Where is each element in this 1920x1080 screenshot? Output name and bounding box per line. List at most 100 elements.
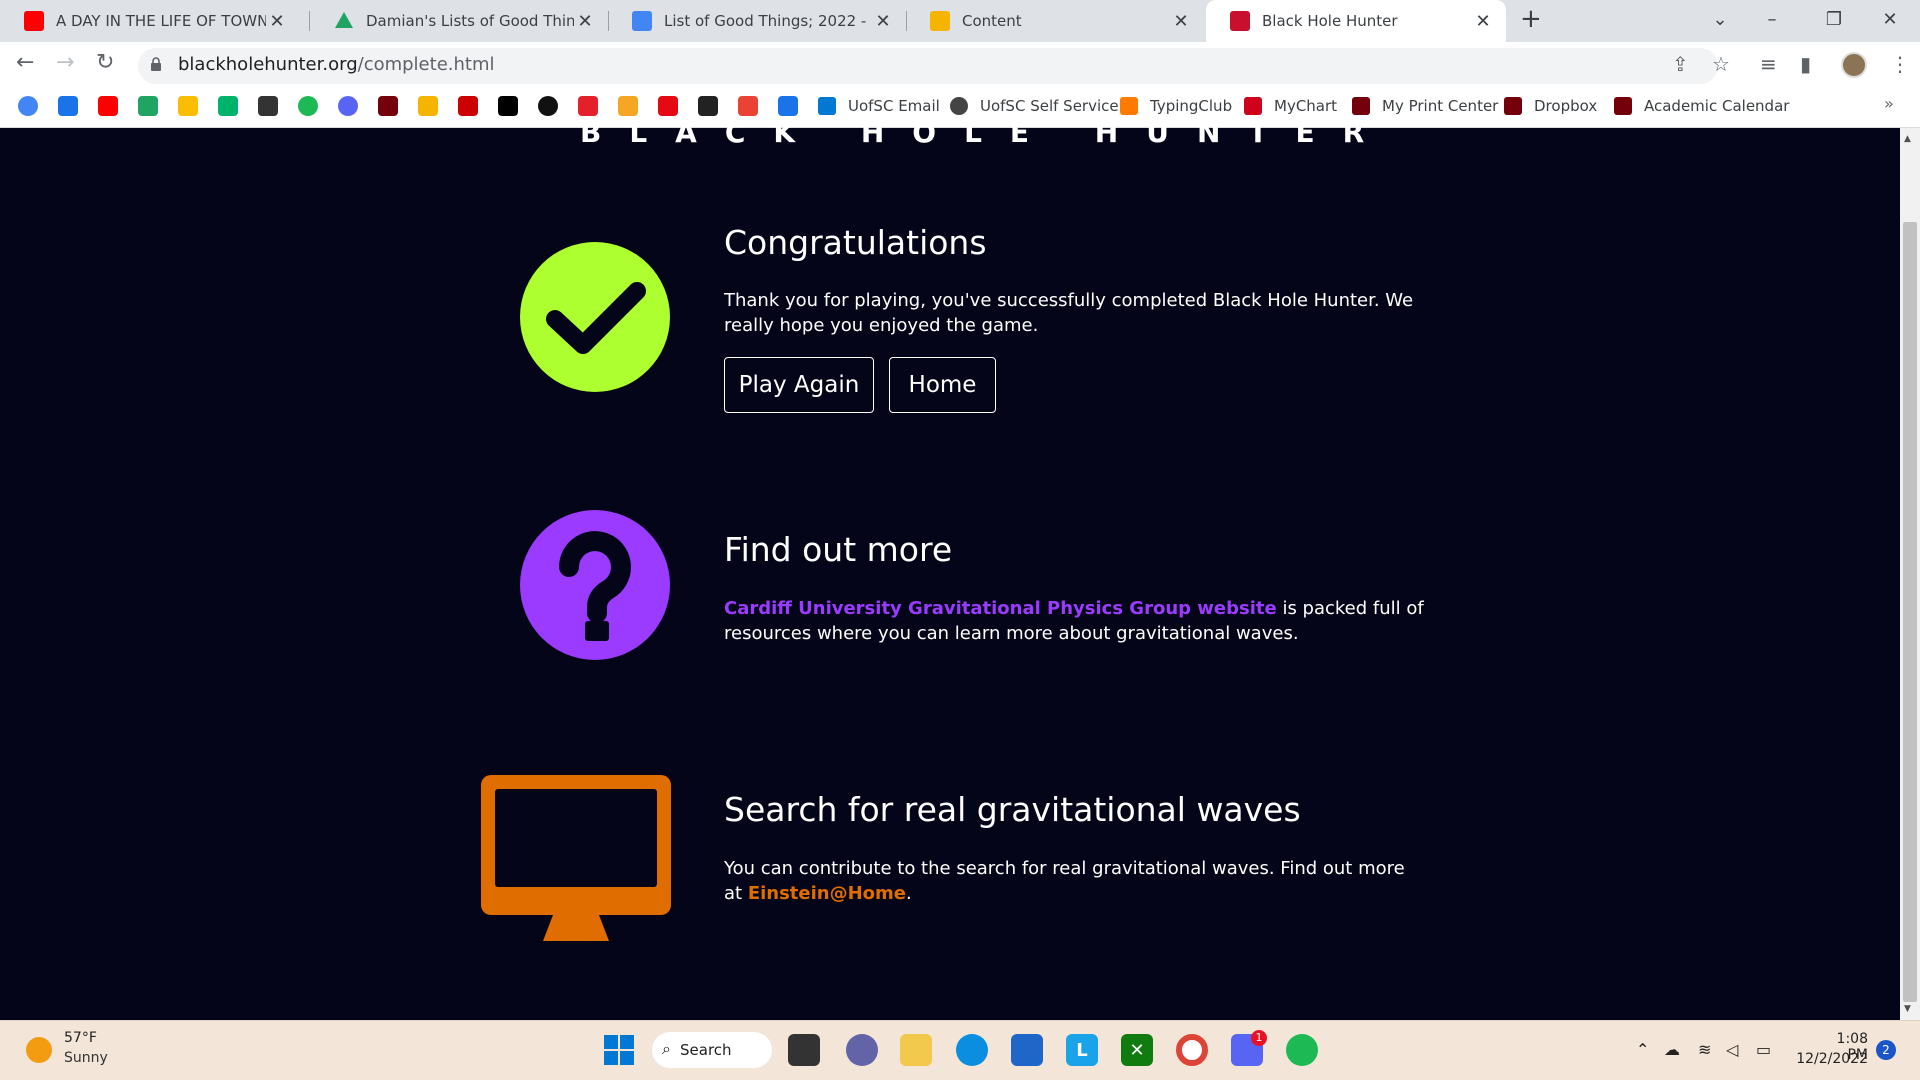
classroom-icon[interactable] (58, 96, 78, 116)
calendar-icon[interactable] (778, 96, 798, 116)
find-out-more-text: Cardiff University Gravitational Physics… (724, 596, 1424, 646)
weather-temperature[interactable]: 57°F (64, 1030, 97, 1046)
tab-google-drive[interactable]: Damian's Lists of Good Things/M ✕ (310, 0, 608, 42)
wifi-icon[interactable]: ≋ (1698, 1040, 1711, 1059)
notification-badge[interactable]: 2 (1876, 1040, 1896, 1060)
tab-title: Content (962, 12, 1022, 30)
tab-title: List of Good Things; 2022 - Goog (664, 12, 872, 30)
xbox-icon[interactable]: ✕ (1121, 1034, 1153, 1066)
home-button[interactable]: Home (889, 357, 996, 413)
restore-icon[interactable]: ❐ (1806, 0, 1862, 42)
bookmark-typingclub[interactable]: TypingClub (1120, 94, 1232, 118)
play-again-button[interactable]: Play Again (724, 357, 874, 413)
youtube-icon (24, 11, 44, 31)
google-drive-icon[interactable] (138, 96, 158, 116)
close-icon[interactable]: ✕ (872, 11, 894, 32)
einstein-at-home-link[interactable]: Einstein@Home (748, 883, 906, 904)
share-icon[interactable]: ⇪ (1672, 52, 1689, 76)
spotify-icon[interactable] (1286, 1034, 1318, 1066)
taskbar-search[interactable]: ⌕ Search (652, 1032, 772, 1068)
pen-icon[interactable] (458, 96, 478, 116)
bookmark-label: My Print Center (1382, 97, 1499, 115)
bookmark-academic-calendar[interactable]: Academic Calendar (1614, 94, 1789, 118)
youtube-icon[interactable] (98, 96, 118, 116)
rp-icon[interactable] (578, 96, 598, 116)
more-bookmarks-icon[interactable]: » (1884, 94, 1894, 113)
search-text-end: . (906, 883, 912, 904)
discord-badge: 1 (1251, 1030, 1267, 1046)
usc-library-icon (1614, 97, 1632, 115)
profile-avatar[interactable] (1841, 52, 1867, 78)
site-title[interactable]: BLACK HOLE HUNTER (580, 116, 1392, 149)
monitor-icon (481, 775, 671, 941)
lock-icon[interactable] (150, 57, 162, 71)
side-panel-icon[interactable]: ▮ (1800, 52, 1811, 76)
lightshot-icon[interactable]: L (1066, 1034, 1098, 1066)
google-icon[interactable] (18, 96, 38, 116)
show-hidden-icons[interactable]: ⌃ (1636, 1040, 1649, 1059)
tab-search-icon[interactable]: ⌄ (1692, 0, 1748, 42)
reload-icon[interactable]: ↻ (96, 50, 114, 75)
search-text: You can contribute to the search for rea… (724, 856, 1414, 906)
scrollbar-thumb[interactable] (1903, 222, 1917, 1002)
scroll-up-icon[interactable]: ▲ (1904, 134, 1911, 144)
search-label: Search (680, 1041, 732, 1059)
congratulations-heading: Congratulations (724, 223, 987, 262)
menu-icon[interactable]: ⋮ (1890, 52, 1910, 76)
cardiff-gravitational-physics-link[interactable]: Cardiff University Gravitational Physics… (724, 598, 1277, 619)
edge-icon[interactable] (956, 1034, 988, 1066)
close-icon[interactable]: ✕ (1170, 11, 1192, 32)
vpn-icon[interactable] (218, 96, 238, 116)
outlook-icon (818, 97, 836, 115)
amazon-icon[interactable] (698, 96, 718, 116)
clock-date[interactable]: 12/2/2022 (1796, 1051, 1868, 1067)
volume-icon[interactable]: ◁ (1726, 1040, 1738, 1059)
task-view-icon[interactable] (788, 1034, 820, 1066)
netflix-icon[interactable] (658, 96, 678, 116)
bookmark-uofsc-self-service[interactable]: UofSC Self Service (950, 94, 1119, 118)
url-text[interactable]: blackholehunter.org/complete.html (178, 54, 495, 75)
bookmark-star-icon[interactable]: ☆ (1712, 52, 1730, 76)
spotify-icon[interactable] (298, 96, 318, 116)
bookmark-label: UofSC Self Service (980, 97, 1119, 115)
close-icon[interactable]: ✕ (574, 11, 596, 32)
battery-icon[interactable]: ▭ (1756, 1040, 1771, 1059)
tab-title: Black Hole Hunter (1262, 12, 1398, 30)
bookmark-my-print-center[interactable]: My Print Center (1352, 94, 1498, 118)
teams-chat-icon[interactable] (846, 1034, 878, 1066)
onedrive-icon[interactable]: ☁ (1664, 1040, 1680, 1059)
tab-black-hole-hunter[interactable]: Black Hole Hunter ✕ (1206, 0, 1506, 42)
usc-icon (1352, 97, 1370, 115)
windows-start-icon[interactable] (603, 1034, 635, 1066)
tab-content[interactable]: Content ✕ (906, 0, 1204, 42)
close-window-icon[interactable]: ✕ (1862, 0, 1918, 42)
hackerrank-icon[interactable] (498, 96, 518, 116)
shield-icon[interactable] (258, 96, 278, 116)
minimize-icon[interactable]: – (1744, 0, 1800, 42)
congratulations-text: Thank you for playing, you've successful… (724, 290, 1414, 336)
tab-youtube[interactable]: A DAY IN THE LIFE OF TOWN OF ✕ (0, 0, 300, 42)
discord-icon[interactable] (338, 96, 358, 116)
weather-condition[interactable]: Sunny (64, 1050, 108, 1066)
back-icon[interactable]: ← (16, 50, 34, 75)
slack-icon[interactable] (618, 96, 638, 116)
gmail-icon[interactable] (738, 96, 758, 116)
close-icon[interactable]: ✕ (266, 11, 288, 32)
tab-google-docs[interactable]: List of Good Things; 2022 - Goog ✕ (608, 0, 906, 42)
edit-icon[interactable] (418, 96, 438, 116)
scroll-down-icon[interactable]: ▼ (1904, 1004, 1911, 1014)
bookmark-uofsc-email[interactable]: UofSC Email (818, 94, 940, 118)
reading-list-icon[interactable]: ≡ (1760, 52, 1777, 76)
close-icon[interactable]: ✕ (1472, 11, 1494, 32)
new-tab-button[interactable]: + (1520, 4, 1542, 34)
sun-icon[interactable] (26, 1037, 52, 1063)
microsoft-store-icon[interactable] (1011, 1034, 1043, 1066)
github-icon[interactable] (538, 96, 558, 116)
bookmark-mychart[interactable]: MyChart (1244, 94, 1337, 118)
forward-icon[interactable]: → (56, 50, 74, 75)
library-icon[interactable] (378, 96, 398, 116)
file-explorer-icon[interactable] (900, 1034, 932, 1066)
bookmark-dropbox[interactable]: Dropbox (1504, 94, 1597, 118)
chrome-icon[interactable] (1176, 1034, 1208, 1066)
google-photos-icon[interactable] (178, 96, 198, 116)
